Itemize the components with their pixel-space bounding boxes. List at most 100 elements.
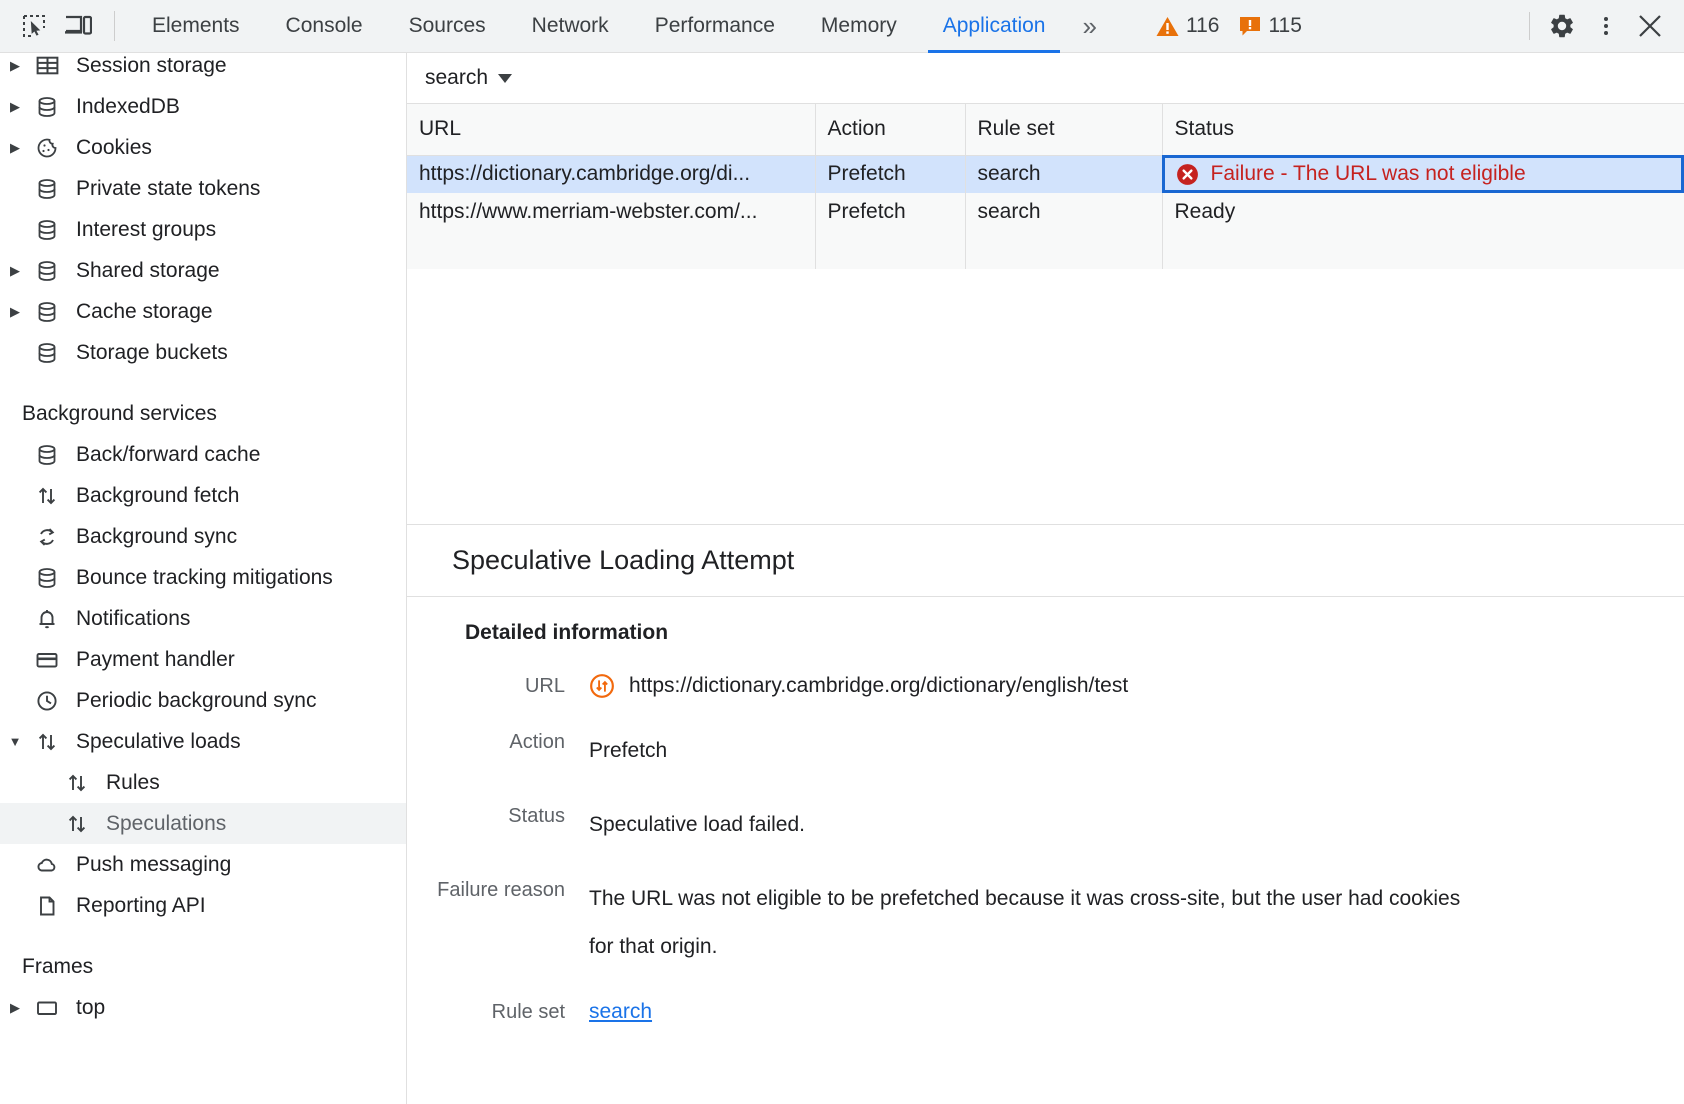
- column-header-url[interactable]: URL: [407, 104, 815, 155]
- sidebar-item-speculative-loads[interactable]: ▼ Speculative loads: [0, 721, 406, 762]
- twisty-placeholder: ▶: [0, 611, 30, 627]
- tab-sources[interactable]: Sources: [386, 0, 509, 53]
- tab-memory-label: Memory: [821, 14, 897, 38]
- sidebar-item-rules-label: Rules: [94, 771, 160, 795]
- sidebar-item-rules[interactable]: ▶ Rules: [0, 762, 406, 803]
- device-toolbar-glyph: [64, 14, 92, 38]
- sidebar-item-top-frame[interactable]: ▶ top: [0, 987, 406, 1028]
- warning-counter[interactable]: 116: [1150, 14, 1225, 38]
- cell-action[interactable]: Prefetch: [815, 155, 965, 193]
- cell-action[interactable]: Prefetch: [815, 193, 965, 231]
- sidebar-item-interest-groups[interactable]: ▶ Interest groups: [0, 209, 406, 250]
- chevron-right-icon[interactable]: ▶: [0, 140, 30, 156]
- tab-memory[interactable]: Memory: [798, 0, 920, 53]
- sidebar-item-shared-storage[interactable]: ▶ Shared storage: [0, 250, 406, 291]
- sidebar-item-indexeddb[interactable]: ▶ IndexedDB: [0, 86, 406, 127]
- chevron-right-icon[interactable]: ▶: [0, 99, 30, 115]
- detail-label-url: URL: [407, 671, 565, 701]
- tab-network[interactable]: Network: [509, 0, 632, 53]
- status-text: Failure - The URL was not eligible: [1211, 162, 1526, 186]
- sidebar-item-notifications[interactable]: ▶ Notifications: [0, 598, 406, 639]
- chevron-down-icon[interactable]: ▼: [0, 734, 30, 749]
- sidebar-item-background-fetch[interactable]: ▶ Background fetch: [0, 475, 406, 516]
- chevron-right-icon[interactable]: ▶: [0, 58, 30, 74]
- sidebar-item-private-state-tokens-label: Private state tokens: [64, 177, 260, 201]
- more-options-icon[interactable]: [1584, 6, 1628, 46]
- more-tabs-icon[interactable]: »: [1068, 11, 1107, 42]
- sidebar-item-payment-handler-label: Payment handler: [64, 648, 235, 672]
- database-icon: [30, 218, 64, 242]
- tab-elements[interactable]: Elements: [129, 0, 263, 53]
- column-header-status[interactable]: Status: [1162, 104, 1684, 155]
- toolbar-divider-right: [1529, 12, 1530, 40]
- cell-url[interactable]: https://www.merriam-webster.com/...: [407, 193, 815, 231]
- sidebar-section-frames: Frames: [0, 946, 406, 987]
- close-icon[interactable]: [1628, 6, 1672, 46]
- table-row[interactable]: https://www.merriam-webster.com/... Pref…: [407, 193, 1684, 231]
- inspect-element-glyph: [21, 13, 47, 39]
- gear-icon[interactable]: [1540, 6, 1584, 46]
- twisty-placeholder: ▶: [0, 488, 30, 504]
- detail-row-action: Action Prefetch: [407, 727, 1684, 775]
- tab-performance[interactable]: Performance: [632, 0, 798, 53]
- sidebar-gap-2: [0, 926, 406, 946]
- cell-rule-set[interactable]: search: [965, 193, 1162, 231]
- sidebar-item-push-messaging[interactable]: ▶ Push messaging: [0, 844, 406, 885]
- application-sidebar[interactable]: ▶ Session storage ▶ IndexedDB ▶ Cookies …: [0, 53, 407, 1104]
- sidebar-item-cache-storage[interactable]: ▶ Cache storage: [0, 291, 406, 332]
- rule-set-link[interactable]: search: [589, 1000, 652, 1023]
- sidebar-item-bounce-tracking-mitigations[interactable]: ▶ Bounce tracking mitigations: [0, 557, 406, 598]
- sidebar-item-storage-buckets[interactable]: ▶ Storage buckets: [0, 332, 406, 373]
- sidebar-item-periodic-background-sync[interactable]: ▶ Periodic background sync: [0, 680, 406, 721]
- warning-triangle-icon: [1156, 16, 1179, 37]
- inspect-element-icon[interactable]: [12, 6, 56, 46]
- column-header-rule-set[interactable]: Rule set: [965, 104, 1162, 155]
- sidebar-item-payment-handler[interactable]: ▶ Payment handler: [0, 639, 406, 680]
- toolbar-divider: [114, 11, 115, 41]
- speculations-table-wrapper: URL Action Rule set Status https://dicti…: [407, 103, 1684, 525]
- ruleset-filter-dropdown[interactable]: search: [425, 66, 512, 90]
- sidebar-item-back-forward-cache[interactable]: ▶ Back/forward cache: [0, 434, 406, 475]
- chevron-right-icon[interactable]: ▶: [0, 304, 30, 320]
- tab-console[interactable]: Console: [263, 0, 386, 53]
- sidebar-item-shared-storage-label: Shared storage: [64, 259, 220, 283]
- sidebar-gap: [0, 373, 406, 393]
- tab-application[interactable]: Application: [920, 0, 1069, 53]
- detail-row-url: URL https://dictionary.cambridge.org/dic…: [407, 671, 1684, 701]
- filler-cell: [965, 231, 1162, 269]
- error-circle-icon: [1175, 162, 1200, 187]
- error-counter[interactable]: 115: [1233, 14, 1307, 38]
- sidebar-item-session-storage[interactable]: ▶ Session storage: [0, 53, 406, 86]
- detail-label-action: Action: [407, 727, 565, 757]
- table-header-row: URL Action Rule set Status: [407, 104, 1684, 155]
- twisty-placeholder: ▶: [30, 775, 60, 791]
- cell-url[interactable]: https://dictionary.cambridge.org/di...: [407, 155, 815, 193]
- device-toolbar-icon[interactable]: [56, 6, 100, 46]
- chevron-right-icon[interactable]: ▶: [0, 1000, 30, 1016]
- speculations-table: URL Action Rule set Status https://dicti…: [407, 104, 1684, 269]
- table-row[interactable]: https://dictionary.cambridge.org/di... P…: [407, 155, 1684, 193]
- twisty-placeholder: ▶: [30, 816, 60, 832]
- sidebar-background-group: ▶ Back/forward cache ▶ Background fetch …: [0, 434, 406, 926]
- sidebar-item-reporting-api-label: Reporting API: [64, 894, 206, 918]
- sidebar-item-reporting-api[interactable]: ▶ Reporting API: [0, 885, 406, 926]
- detail-label-rule-set: Rule set: [407, 997, 565, 1027]
- sidebar-item-background-sync[interactable]: ▶ Background sync: [0, 516, 406, 557]
- column-header-action[interactable]: Action: [815, 104, 965, 155]
- tab-sources-label: Sources: [409, 14, 486, 38]
- sidebar-item-speculations[interactable]: ▶ Speculations: [0, 803, 406, 844]
- twisty-placeholder: ▶: [0, 345, 30, 361]
- cell-status[interactable]: Failure - The URL was not eligible: [1162, 155, 1684, 193]
- cell-rule-set[interactable]: search: [965, 155, 1162, 193]
- chevron-right-icon[interactable]: ▶: [0, 263, 30, 279]
- sidebar-item-background-sync-label: Background sync: [64, 525, 237, 549]
- cloud-icon: [30, 853, 64, 877]
- twisty-placeholder: ▶: [0, 570, 30, 586]
- sidebar-item-cookies[interactable]: ▶ Cookies: [0, 127, 406, 168]
- filler-cell: [407, 231, 815, 269]
- cell-status[interactable]: Ready: [1162, 193, 1684, 231]
- speculations-panel: search URL Action Rule set Status https:…: [407, 53, 1684, 1104]
- credit-card-icon: [30, 648, 64, 672]
- table-body: https://dictionary.cambridge.org/di... P…: [407, 155, 1684, 269]
- sidebar-item-private-state-tokens[interactable]: ▶ Private state tokens: [0, 168, 406, 209]
